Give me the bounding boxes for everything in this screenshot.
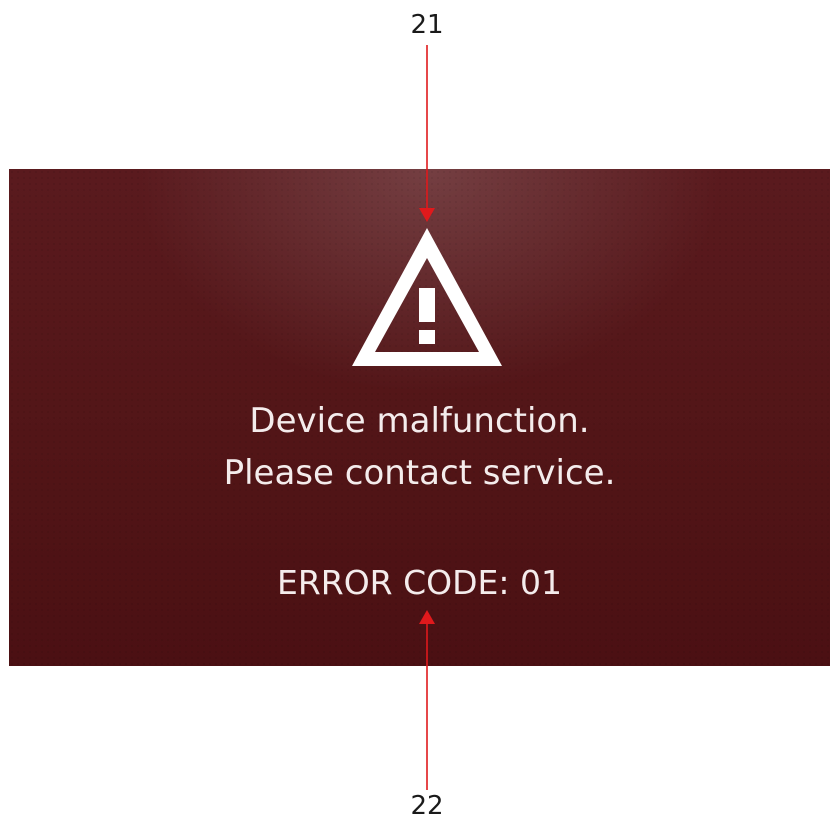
error-message-line-1: Device malfunction.	[249, 401, 590, 441]
error-screen: Device malfunction. Please contact servi…	[9, 169, 830, 666]
reference-numeral-21: 21	[410, 10, 444, 40]
warning-triangle-icon	[352, 228, 502, 366]
reference-numeral-22: 22	[410, 791, 444, 821]
error-code-label: ERROR CODE: 01	[277, 563, 562, 602]
error-message-line-2: Please contact service.	[223, 453, 616, 493]
error-message: Device malfunction. Please contact servi…	[9, 395, 830, 499]
